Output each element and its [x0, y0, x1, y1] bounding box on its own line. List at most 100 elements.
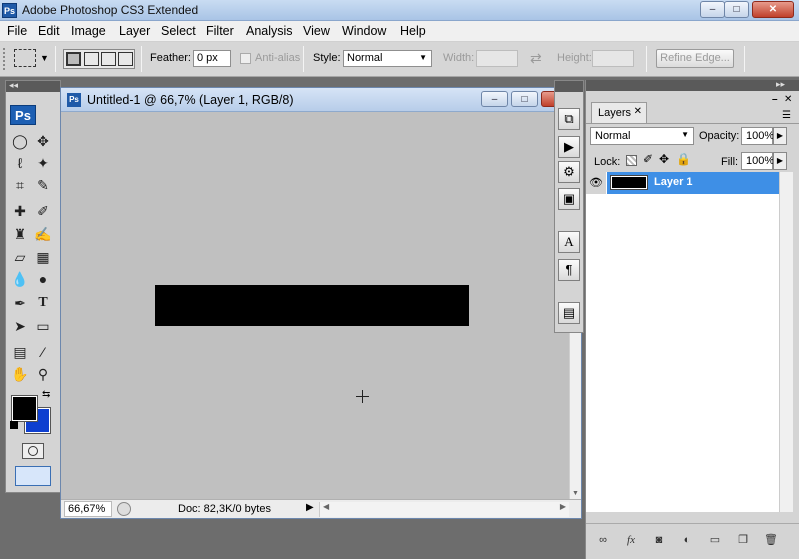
- visibility-eye-icon[interactable]: 👁: [586, 172, 607, 194]
- zoom-level-field[interactable]: 66,67%: [64, 501, 112, 517]
- menu-file[interactable]: File: [7, 24, 27, 38]
- type-tool-icon[interactable]: T: [33, 293, 53, 313]
- lock-transparency-icon[interactable]: [626, 155, 637, 166]
- opacity-arrow-icon[interactable]: ▶: [773, 127, 787, 145]
- quick-mask-icon[interactable]: [22, 443, 44, 459]
- pen-tool-icon[interactable]: ✒: [10, 293, 30, 313]
- zoom-tool-icon[interactable]: ⚲: [33, 364, 53, 384]
- new-group-icon[interactable]: ▭: [706, 532, 724, 548]
- menu-view[interactable]: View: [303, 24, 330, 38]
- refine-edge-button[interactable]: Refine Edge...: [656, 49, 734, 68]
- blur-tool-icon[interactable]: 💧: [10, 269, 30, 289]
- actions-panel-icon[interactable]: ▶: [558, 136, 580, 158]
- collapse-icon[interactable]: ▸▸: [776, 79, 785, 90]
- menu-layer[interactable]: Layer: [119, 24, 150, 38]
- screen-mode-icon[interactable]: [15, 466, 51, 486]
- scroll-right-icon[interactable]: ▶: [560, 502, 566, 511]
- style-select[interactable]: Normal ▼: [343, 50, 432, 67]
- new-selection-icon[interactable]: [66, 52, 81, 66]
- panel-menu-icon[interactable]: ☰: [782, 110, 791, 121]
- close-button[interactable]: ✕: [752, 1, 794, 18]
- antialias-checkbox[interactable]: [240, 53, 251, 64]
- hand-tool-icon[interactable]: ✋: [10, 364, 30, 384]
- maximize-button[interactable]: □: [724, 1, 749, 18]
- layers-panel-header[interactable]: [586, 80, 799, 91]
- menu-select[interactable]: Select: [161, 24, 196, 38]
- subtract-selection-icon[interactable]: [101, 52, 116, 66]
- layer-style-icon[interactable]: fx: [622, 532, 640, 548]
- width-input[interactable]: [476, 50, 518, 67]
- lock-all-icon[interactable]: 🔒: [676, 152, 691, 166]
- document-horizontal-scrollbar[interactable]: ◀ ▶: [319, 502, 569, 517]
- adjustment-layer-icon[interactable]: ◐: [678, 532, 696, 548]
- blend-mode-select[interactable]: Normal ▼: [590, 127, 694, 145]
- path-selection-icon[interactable]: ➤: [10, 316, 30, 336]
- scroll-left-icon[interactable]: ◀: [323, 502, 329, 511]
- layers-scrollbar[interactable]: [779, 172, 793, 512]
- layer-name[interactable]: Layer 1: [654, 176, 693, 188]
- panel-close-icon[interactable]: ✕: [784, 94, 792, 105]
- slice-tool-icon[interactable]: ✎: [33, 175, 53, 195]
- lasso-tool-icon[interactable]: ℓ: [10, 153, 30, 173]
- scroll-down-icon[interactable]: ▼: [572, 490, 579, 497]
- swap-colors-icon[interactable]: ⇆: [42, 389, 50, 400]
- dodge-tool-icon[interactable]: ●: [33, 269, 53, 289]
- crop-tool-icon[interactable]: ⌗: [10, 175, 30, 195]
- new-layer-icon[interactable]: ❐: [734, 532, 752, 548]
- layer-comps-panel-icon[interactable]: ▤: [558, 302, 580, 324]
- status-menu-arrow-icon[interactable]: ▶: [306, 502, 314, 513]
- doc-maximize-button[interactable]: □: [511, 91, 538, 107]
- default-colors-icon[interactable]: [10, 421, 18, 429]
- layer-row[interactable]: 👁 Layer 1: [586, 172, 779, 194]
- tab-layers[interactable]: Layers ✕: [591, 102, 647, 124]
- panel-minimize-icon[interactable]: –: [772, 94, 778, 105]
- feather-input[interactable]: 0 px: [193, 50, 231, 67]
- minimize-button[interactable]: –: [700, 1, 725, 18]
- eraser-tool-icon[interactable]: ▱: [10, 247, 30, 267]
- options-grip[interactable]: [3, 48, 11, 70]
- lock-paint-icon[interactable]: ✐: [643, 152, 653, 166]
- brush-tool-icon[interactable]: ✐: [33, 201, 53, 221]
- clone-stamp-icon[interactable]: ♜: [10, 224, 30, 244]
- marquee-tool-icon[interactable]: ◯: [10, 131, 30, 151]
- rectangle-tool-icon[interactable]: ▭: [33, 316, 53, 336]
- magic-wand-tool-icon[interactable]: ✦: [33, 153, 53, 173]
- menu-analysis[interactable]: Analysis: [246, 24, 293, 38]
- collapse-icon[interactable]: ◂◂: [9, 80, 18, 91]
- move-tool-icon[interactable]: ✥: [33, 131, 53, 151]
- add-mask-icon[interactable]: ◙: [650, 532, 668, 548]
- paragraph-panel-icon[interactable]: ¶: [558, 259, 580, 281]
- marquee-tool-preset-icon[interactable]: [14, 49, 36, 67]
- notes-tool-icon[interactable]: ▤: [10, 342, 30, 362]
- dock-header[interactable]: [555, 81, 583, 92]
- swap-arrows-icon[interactable]: ⇄: [530, 50, 542, 67]
- healing-brush-icon[interactable]: ✚: [10, 201, 30, 221]
- delete-layer-icon[interactable]: 🗑: [762, 532, 780, 548]
- link-layers-icon[interactable]: ∞: [594, 532, 612, 548]
- chevron-down-icon[interactable]: ▼: [40, 53, 49, 63]
- doc-minimize-button[interactable]: –: [481, 91, 508, 107]
- intersect-selection-icon[interactable]: [118, 52, 133, 66]
- tab-close-icon[interactable]: ✕: [634, 106, 642, 117]
- canvas[interactable]: [61, 113, 569, 499]
- fill-input[interactable]: 100%: [741, 152, 774, 170]
- height-input[interactable]: [592, 50, 634, 67]
- foreground-color-swatch[interactable]: [11, 395, 38, 422]
- opacity-input[interactable]: 100%: [741, 127, 774, 145]
- black-rectangle-shape[interactable]: [155, 285, 469, 326]
- menu-help[interactable]: Help: [400, 24, 426, 38]
- history-panel-icon[interactable]: ⧉: [558, 108, 580, 130]
- menu-edit[interactable]: Edit: [38, 24, 60, 38]
- gradient-tool-icon[interactable]: ▦: [33, 247, 53, 267]
- menu-filter[interactable]: Filter: [206, 24, 234, 38]
- tool-presets-panel-icon[interactable]: ⚙: [558, 161, 580, 183]
- fill-arrow-icon[interactable]: ▶: [773, 152, 787, 170]
- eyedropper-tool-icon[interactable]: ⁄: [33, 342, 53, 362]
- add-selection-icon[interactable]: [84, 52, 99, 66]
- character-panel-icon[interactable]: A: [558, 231, 580, 253]
- lock-move-icon[interactable]: ✥: [659, 152, 669, 166]
- menu-image[interactable]: Image: [71, 24, 106, 38]
- menu-window[interactable]: Window: [342, 24, 386, 38]
- status-info-icon[interactable]: [117, 502, 131, 516]
- document-title-bar[interactable]: Ps Untitled-1 @ 66,7% (Layer 1, RGB/8) –…: [61, 88, 581, 112]
